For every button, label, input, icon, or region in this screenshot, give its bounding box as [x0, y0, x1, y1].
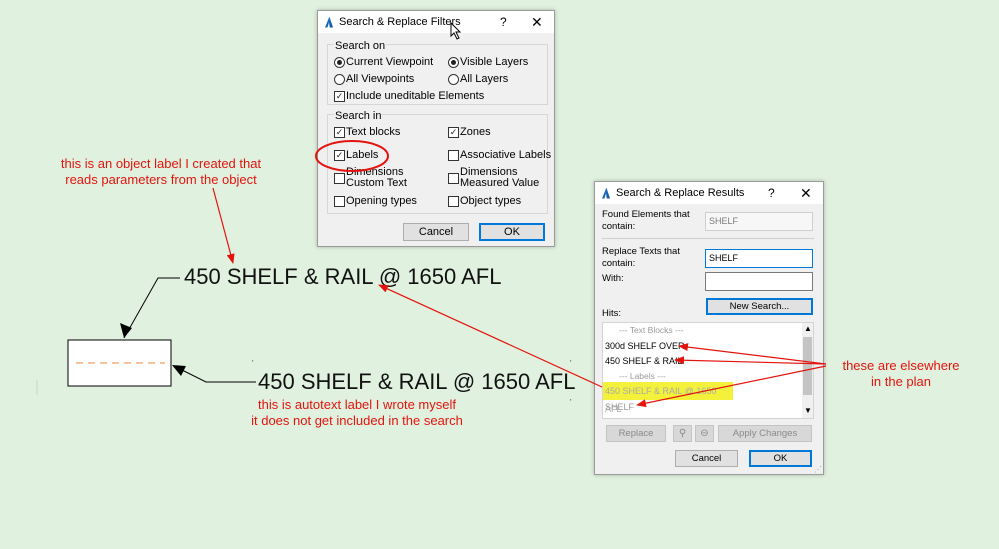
results-cancel-button[interactable]: Cancel: [675, 450, 738, 467]
close-icon[interactable]: ✕: [800, 185, 812, 202]
object-types-checkbox[interactable]: [448, 196, 459, 207]
filters-cancel-button[interactable]: Cancel: [403, 223, 469, 241]
hits-scrollbar[interactable]: ▲ ▼: [802, 323, 813, 418]
all-viewpoints-radio[interactable]: [334, 74, 345, 85]
object-label-leader: [123, 277, 180, 339]
associative-labels-label: Associative Labels: [460, 149, 552, 161]
mouse-cursor-icon: [450, 22, 462, 40]
replace-texts-input[interactable]: SHELF: [705, 249, 813, 268]
app-icon: [602, 187, 610, 199]
all-viewpoints-label: All Viewpoints: [346, 73, 415, 85]
visible-layers-radio[interactable]: [448, 57, 459, 68]
object-label-text[interactable]: 450 SHELF & RAIL @ 1650 AFL: [184, 264, 501, 290]
hit-item-450-shelf-rail[interactable]: 450 SHELF & RAIL: [605, 356, 683, 366]
scroll-up-icon[interactable]: ▲: [804, 324, 812, 333]
results-titlebar: Search & Replace Results ? ✕: [595, 182, 823, 204]
autotext-label-note: this is autotext label I wrote myself it…: [251, 397, 463, 428]
hit-item-shelf-dim[interactable]: SHELF: [605, 402, 634, 412]
scroll-thumb[interactable]: [803, 337, 812, 395]
results-divider: [602, 238, 814, 239]
scroll-down-icon[interactable]: ▼: [804, 406, 812, 415]
with-label: With:: [602, 273, 624, 284]
help-icon[interactable]: ?: [500, 15, 507, 29]
opening-types-checkbox[interactable]: [334, 196, 345, 207]
with-input[interactable]: [705, 272, 813, 291]
object-label-note: this is an object label I created that r…: [60, 156, 262, 187]
hit-header-text-blocks: --- Text Blocks ---: [619, 325, 684, 335]
hits-label: Hits:: [602, 308, 621, 319]
search-replace-filters-dialog: Search & Replace Filters ? ✕ Search on C…: [317, 10, 555, 247]
found-elements-label: Found Elements that contain:: [602, 209, 690, 232]
elsewhere-note: these are elsewhere in the plan: [842, 358, 960, 389]
all-layers-label: All Layers: [460, 73, 509, 85]
dimensions-measured-value-checkbox[interactable]: [448, 173, 459, 184]
zoom-out-icon[interactable]: ⊖: [695, 425, 714, 442]
help-icon[interactable]: ?: [768, 186, 775, 200]
autotext-label-leader: [175, 366, 256, 383]
hit-item-highlighted-label[interactable]: 450 SHELF & RAIL @ 1650 AFL: [603, 382, 733, 414]
hit-item-300d-shelf-over[interactable]: 300d SHELF OVER: [605, 341, 685, 351]
hit-header-labels: --- Labels ---: [619, 371, 666, 381]
new-search-button[interactable]: New Search...: [706, 298, 813, 315]
svg-text:': ': [570, 398, 572, 407]
app-icon: [325, 16, 333, 28]
found-elements-field: SHELF: [705, 212, 813, 231]
autotext-label-text[interactable]: 450 SHELF & RAIL @ 1650 AFL: [258, 369, 575, 395]
filters-title: Search & Replace Filters: [339, 16, 461, 28]
include-uneditable-label: Include uneditable Elements: [346, 90, 485, 102]
replace-texts-label: Replace Texts that contain:: [602, 246, 680, 269]
svg-text:': ': [252, 359, 254, 368]
close-icon[interactable]: ✕: [531, 14, 543, 31]
search-on-heading: Search on: [334, 40, 387, 52]
resize-grip-icon[interactable]: ⋰: [814, 465, 822, 474]
svg-text:': ': [570, 359, 572, 368]
filters-ok-button[interactable]: OK: [479, 223, 545, 241]
search-replace-results-dialog: Search & Replace Results ? ✕ Found Eleme…: [594, 181, 824, 475]
object-label-arrowhead: [120, 323, 132, 338]
filters-titlebar: Search & Replace Filters ? ✕: [318, 11, 554, 33]
opening-types-label: Opening types: [346, 195, 417, 207]
include-uneditable-checkbox[interactable]: ✓: [334, 91, 345, 102]
labels-highlight-circle: [315, 140, 389, 172]
replace-button[interactable]: Replace: [606, 425, 666, 442]
current-viewpoint-label: Current Viewpoint: [346, 56, 434, 68]
zoom-in-icon[interactable]: ⚲: [673, 425, 692, 442]
zones-checkbox[interactable]: ✓: [448, 127, 459, 138]
current-viewpoint-radio[interactable]: [334, 57, 345, 68]
search-in-heading: Search in: [334, 110, 383, 122]
shelf-element: [67, 339, 172, 387]
results-title: Search & Replace Results: [616, 187, 745, 199]
visible-layers-label: Visible Layers: [460, 56, 529, 68]
associative-labels-checkbox[interactable]: [448, 150, 459, 161]
results-ok-button[interactable]: OK: [749, 450, 812, 467]
apply-changes-button[interactable]: Apply Changes: [718, 425, 812, 442]
zones-label: Zones: [460, 126, 491, 138]
dimensions-measured-value-label: Dimensions Measured Value: [460, 166, 540, 189]
all-layers-radio[interactable]: [448, 74, 459, 85]
object-types-label: Object types: [460, 195, 522, 207]
hits-list[interactable]: ▲ ▼ --- Text Blocks --- 300d SHELF OVER …: [602, 322, 814, 419]
